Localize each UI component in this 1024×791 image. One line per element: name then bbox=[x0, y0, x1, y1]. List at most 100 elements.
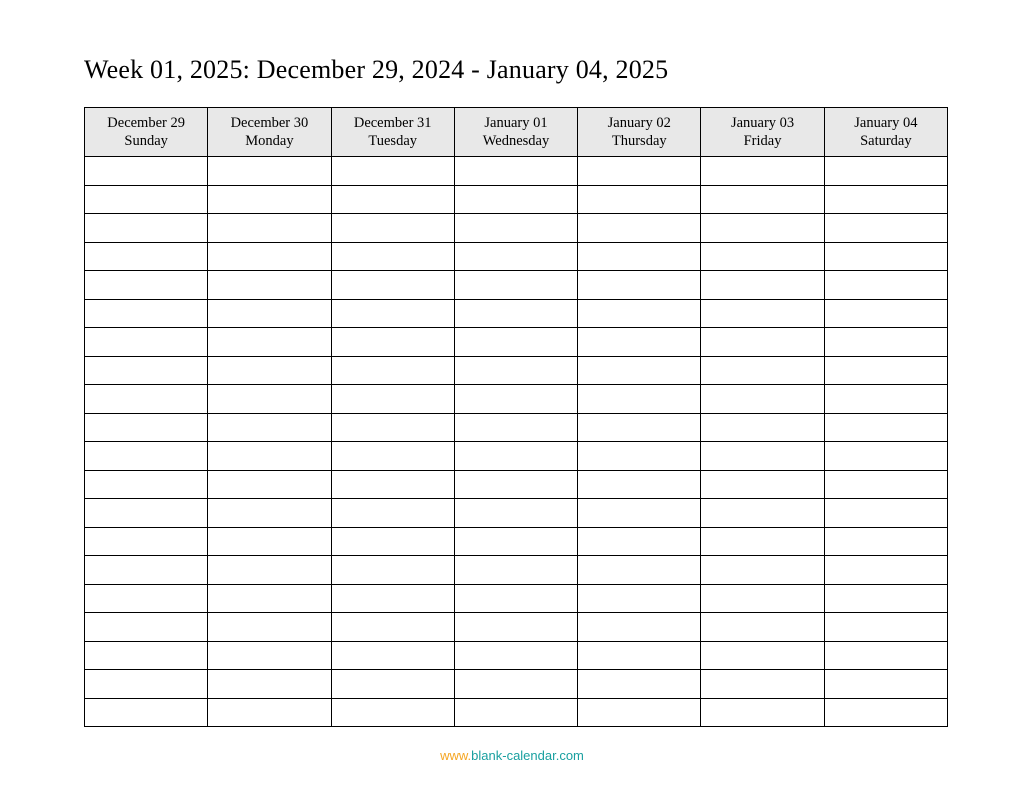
calendar-cell bbox=[85, 299, 208, 328]
calendar-cell bbox=[454, 527, 577, 556]
footer-domain: blank-calendar.com bbox=[471, 748, 584, 763]
calendar-cell bbox=[454, 185, 577, 214]
day-header: December 30 Monday bbox=[208, 108, 331, 157]
calendar-row bbox=[85, 442, 948, 471]
calendar-cell bbox=[454, 499, 577, 528]
day-header-weekday: Monday bbox=[210, 132, 328, 150]
calendar-cell bbox=[824, 271, 947, 300]
calendar-cell bbox=[208, 271, 331, 300]
calendar-cell bbox=[701, 299, 824, 328]
calendar-cell bbox=[85, 242, 208, 271]
calendar-row bbox=[85, 328, 948, 357]
calendar-cell bbox=[701, 584, 824, 613]
day-header-weekday: Friday bbox=[703, 132, 821, 150]
calendar-cell bbox=[85, 157, 208, 186]
calendar-cell bbox=[85, 584, 208, 613]
calendar-cell bbox=[701, 356, 824, 385]
calendar-cell bbox=[454, 556, 577, 585]
calendar-cell bbox=[824, 556, 947, 585]
calendar-cell bbox=[701, 470, 824, 499]
calendar-row bbox=[85, 470, 948, 499]
day-header-weekday: Saturday bbox=[827, 132, 945, 150]
day-header-date: January 04 bbox=[827, 114, 945, 132]
day-header-weekday: Sunday bbox=[87, 132, 205, 150]
calendar-cell bbox=[331, 356, 454, 385]
weekly-calendar-table: December 29 Sunday December 30 Monday De… bbox=[84, 107, 948, 727]
calendar-cell bbox=[454, 613, 577, 642]
calendar-row bbox=[85, 157, 948, 186]
day-header-date: January 03 bbox=[703, 114, 821, 132]
calendar-cell bbox=[578, 356, 701, 385]
calendar-cell bbox=[701, 527, 824, 556]
footer-link: www.blank-calendar.com bbox=[0, 748, 1024, 763]
calendar-cell bbox=[85, 385, 208, 414]
calendar-cell bbox=[578, 641, 701, 670]
calendar-cell bbox=[578, 499, 701, 528]
calendar-cell bbox=[85, 613, 208, 642]
calendar-cell bbox=[208, 385, 331, 414]
calendar-cell bbox=[208, 527, 331, 556]
calendar-row bbox=[85, 670, 948, 699]
calendar-cell bbox=[85, 185, 208, 214]
calendar-cell bbox=[701, 698, 824, 727]
calendar-cell bbox=[85, 527, 208, 556]
calendar-row bbox=[85, 698, 948, 727]
day-header-weekday: Thursday bbox=[580, 132, 698, 150]
calendar-cell bbox=[85, 556, 208, 585]
calendar-cell bbox=[824, 185, 947, 214]
calendar-cell bbox=[208, 157, 331, 186]
calendar-cell bbox=[578, 413, 701, 442]
calendar-cell bbox=[701, 242, 824, 271]
calendar-cell bbox=[85, 442, 208, 471]
calendar-cell bbox=[331, 584, 454, 613]
calendar-cell bbox=[578, 470, 701, 499]
calendar-cell bbox=[701, 413, 824, 442]
calendar-cell bbox=[454, 641, 577, 670]
calendar-cell bbox=[701, 613, 824, 642]
calendar-cell bbox=[85, 356, 208, 385]
calendar-cell bbox=[454, 214, 577, 243]
calendar-cell bbox=[824, 328, 947, 357]
calendar-cell bbox=[701, 641, 824, 670]
day-header-date: December 30 bbox=[210, 114, 328, 132]
calendar-row bbox=[85, 299, 948, 328]
calendar-row bbox=[85, 242, 948, 271]
calendar-cell bbox=[208, 328, 331, 357]
calendar-row bbox=[85, 499, 948, 528]
calendar-cell bbox=[578, 385, 701, 414]
calendar-cell bbox=[454, 299, 577, 328]
calendar-cell bbox=[824, 641, 947, 670]
calendar-cell bbox=[701, 214, 824, 243]
calendar-cell bbox=[578, 556, 701, 585]
calendar-row bbox=[85, 185, 948, 214]
calendar-cell bbox=[208, 613, 331, 642]
calendar-cell bbox=[331, 698, 454, 727]
calendar-cell bbox=[824, 470, 947, 499]
calendar-cell bbox=[331, 442, 454, 471]
calendar-cell bbox=[208, 299, 331, 328]
calendar-row bbox=[85, 385, 948, 414]
calendar-cell bbox=[824, 299, 947, 328]
calendar-cell bbox=[454, 442, 577, 471]
calendar-cell bbox=[331, 271, 454, 300]
calendar-header-row: December 29 Sunday December 30 Monday De… bbox=[85, 108, 948, 157]
calendar-row bbox=[85, 527, 948, 556]
calendar-cell bbox=[824, 698, 947, 727]
calendar-cell bbox=[331, 470, 454, 499]
calendar-cell bbox=[701, 556, 824, 585]
calendar-cell bbox=[824, 413, 947, 442]
calendar-body bbox=[85, 157, 948, 727]
calendar-cell bbox=[331, 556, 454, 585]
calendar-cell bbox=[701, 385, 824, 414]
day-header: January 01 Wednesday bbox=[454, 108, 577, 157]
calendar-cell bbox=[824, 442, 947, 471]
day-header-weekday: Tuesday bbox=[334, 132, 452, 150]
calendar-cell bbox=[701, 271, 824, 300]
calendar-cell bbox=[331, 385, 454, 414]
calendar-cell bbox=[701, 499, 824, 528]
calendar-cell bbox=[578, 157, 701, 186]
calendar-cell bbox=[85, 670, 208, 699]
calendar-cell bbox=[824, 157, 947, 186]
calendar-cell bbox=[824, 499, 947, 528]
day-header: December 29 Sunday bbox=[85, 108, 208, 157]
